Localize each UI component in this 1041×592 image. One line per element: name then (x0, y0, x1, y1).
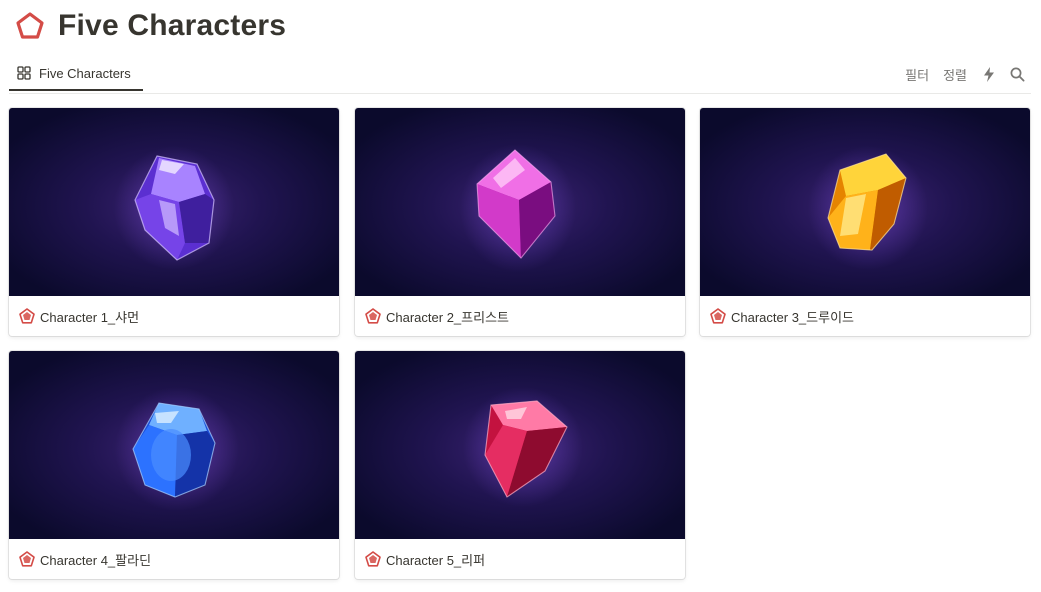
pentagon-badge-icon (364, 307, 382, 325)
gallery-card[interactable]: Character 2_프리스트 (355, 108, 685, 336)
card-title: Character 4_팔라딘 (40, 552, 152, 568)
pentagon-badge-icon (18, 550, 36, 568)
gallery-card[interactable]: Character 3_드루이드 (700, 108, 1030, 336)
pentagon-badge-icon (18, 307, 36, 325)
card-title: Character 3_드루이드 (731, 309, 854, 325)
gallery-card[interactable]: Character 1_샤먼 (9, 108, 339, 336)
card-title: Character 1_샤먼 (40, 309, 140, 325)
card-footer: Character 1_샤먼 (9, 296, 339, 336)
tab-gallery-view[interactable]: Five Characters (9, 57, 143, 91)
pentagon-icon[interactable] (14, 10, 46, 42)
sort-button[interactable]: 정렬 (943, 65, 967, 84)
view-tabbar: Five Characters 필터 정렬 (9, 57, 1031, 94)
view-toolbar: 필터 정렬 (905, 57, 1031, 91)
gallery-card[interactable]: Character 5_리퍼 (355, 351, 685, 579)
card-cover-image (9, 351, 339, 539)
page-title[interactable]: Five Characters (58, 9, 286, 43)
pentagon-badge-icon (709, 307, 727, 325)
card-footer: Character 5_리퍼 (355, 539, 685, 579)
search-icon[interactable] (1009, 66, 1025, 82)
pentagon-badge-icon (364, 550, 382, 568)
card-footer: Character 3_드루이드 (700, 296, 1030, 336)
card-cover-image (9, 108, 339, 296)
page-header: Five Characters (14, 6, 286, 46)
lightning-icon[interactable] (981, 66, 997, 82)
card-title: Character 5_리퍼 (386, 552, 486, 568)
card-cover-image (355, 108, 685, 296)
card-cover-image (700, 108, 1030, 296)
filter-button[interactable]: 필터 (905, 65, 929, 84)
card-title: Character 2_프리스트 (386, 309, 509, 325)
gallery-card[interactable]: Character 4_팔라딘 (9, 351, 339, 579)
card-footer: Character 2_프리스트 (355, 296, 685, 336)
card-cover-image (355, 351, 685, 539)
tab-label: Five Characters (39, 65, 131, 81)
card-footer: Character 4_팔라딘 (9, 539, 339, 579)
gallery-grid-icon (17, 65, 33, 81)
